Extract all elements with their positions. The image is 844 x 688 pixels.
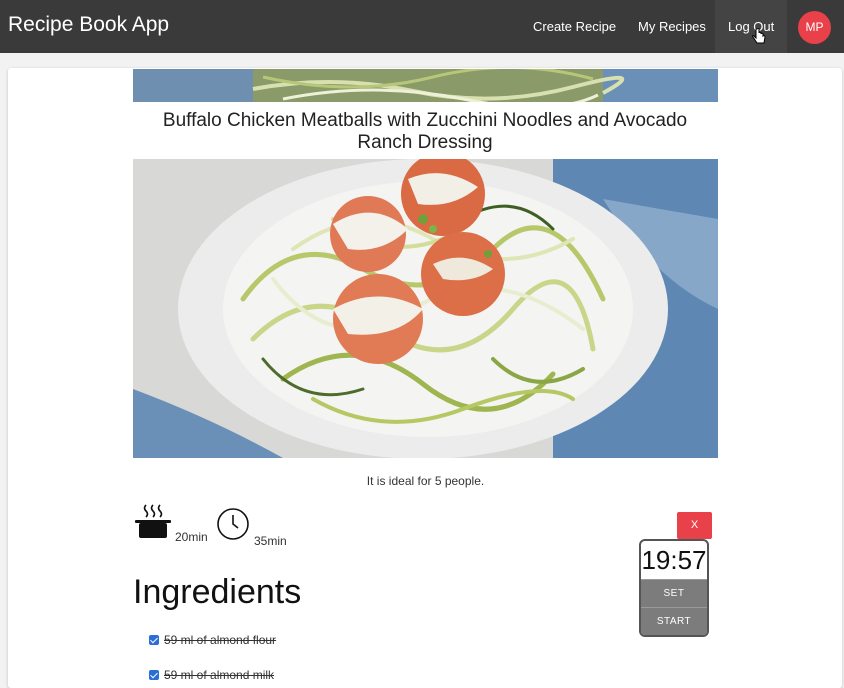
list-item[interactable]: 59 ml of almond milk — [149, 667, 274, 682]
top-navbar: Recipe Book App Create Recipe My Recipes… — [0, 0, 844, 53]
ingredient-checkbox[interactable] — [149, 634, 159, 645]
cook-time: 35min — [254, 534, 287, 548]
timer-close-button[interactable]: X — [677, 512, 712, 539]
app-title[interactable]: Recipe Book App — [8, 13, 169, 37]
my-recipes-link[interactable]: My Recipes — [638, 19, 706, 34]
list-item[interactable]: 59 ml of almond flour — [149, 632, 276, 647]
timer-display: 19:57 — [641, 545, 707, 575]
servings-text: It is ideal for 5 people. — [366, 474, 485, 488]
cooking-pot-icon — [135, 504, 171, 538]
recipe-title: Buffalo Chicken Meatballs with Zucchini … — [162, 110, 688, 153]
ingredient-checkbox[interactable] — [149, 669, 159, 680]
ingredients-heading: Ingredients — [133, 573, 302, 611]
timer-start-button[interactable]: START — [641, 607, 707, 635]
kitchen-timer: 19:57 SET START — [639, 539, 709, 637]
clock-icon — [217, 508, 249, 540]
ingredient-label: 59 ml of almond milk — [164, 667, 275, 682]
recipe-banner-image — [133, 69, 718, 102]
timer-set-button[interactable]: SET — [641, 579, 707, 607]
hand-cursor-icon — [752, 28, 766, 44]
avatar[interactable]: MP — [798, 11, 831, 44]
recipe-photo — [133, 159, 718, 458]
ingredient-label: 59 ml of almond flour — [164, 632, 277, 647]
create-recipe-link[interactable]: Create Recipe — [533, 19, 616, 34]
prep-time: 20min — [175, 530, 208, 544]
